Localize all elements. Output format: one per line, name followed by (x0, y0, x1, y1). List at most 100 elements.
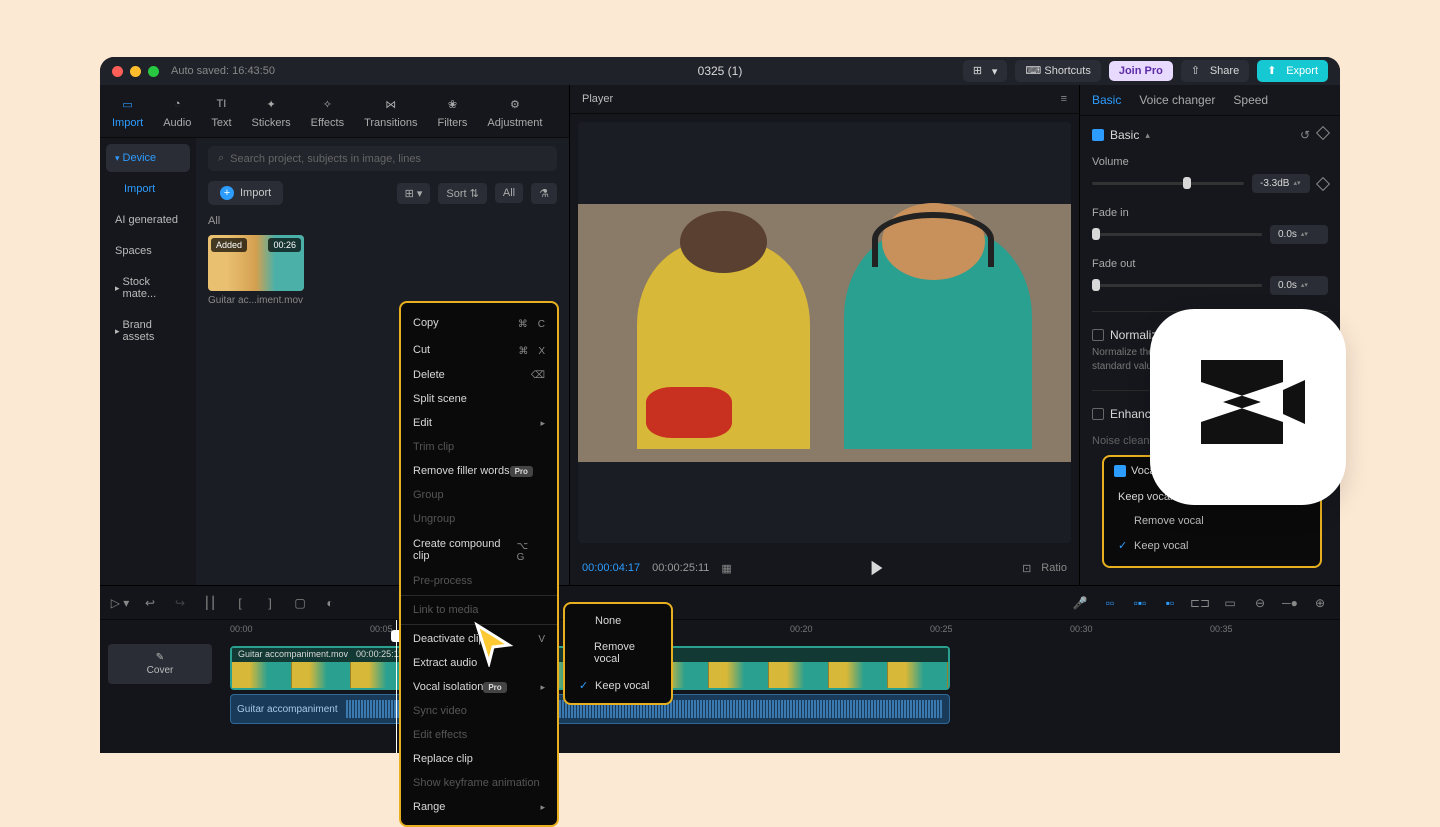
ctx-compound[interactable]: Create compound clip⌥ G (401, 531, 557, 569)
tab-adjustment[interactable]: ⚙Adjustment (477, 91, 552, 137)
tab-basic[interactable]: Basic (1092, 93, 1121, 107)
export-button[interactable]: ⬆Export (1257, 60, 1328, 82)
ctx-vocal[interactable]: Vocal isolation Pro▸ (401, 675, 557, 699)
tool-a[interactable]: ⊏⊐ (1190, 593, 1210, 613)
snap-2[interactable]: ▫▪▫ (1130, 593, 1150, 613)
tab-import[interactable]: ▭Import (102, 91, 153, 137)
sub-remove[interactable]: Remove vocal (565, 634, 671, 672)
player-menu-icon[interactable]: ≡ (1061, 93, 1067, 105)
ctx-cut[interactable]: Cut⌘ X (401, 336, 557, 363)
playhead[interactable] (396, 620, 397, 753)
basic-checkbox[interactable] (1092, 129, 1104, 141)
autosave-status: Auto saved: 16:43:50 (171, 65, 275, 77)
sidenav-stock[interactable]: ▸Stock mate... (106, 268, 190, 308)
tab-stickers[interactable]: ✦Stickers (242, 91, 301, 137)
tab-filters[interactable]: ❀Filters (427, 91, 477, 137)
sub-keep[interactable]: ✓Keep vocal (565, 672, 671, 699)
player-title: Player (582, 93, 613, 105)
cursor-icon (469, 619, 517, 667)
fadein-value[interactable]: 0.0s▴▾ (1270, 225, 1328, 244)
trim-right[interactable]: ] (260, 593, 280, 613)
mic-button[interactable]: 🎤 (1070, 593, 1090, 613)
window-title: 0325 (1) (698, 64, 743, 78)
redo-button[interactable]: ↪ (170, 593, 190, 613)
ctx-ungroup: Ungroup (401, 507, 557, 531)
vp-remove[interactable]: Remove vocal (1114, 509, 1310, 533)
fadeout-value[interactable]: 0.0s▴▾ (1270, 276, 1328, 295)
tab-speed[interactable]: Speed (1233, 93, 1268, 107)
undo-button[interactable]: ↩ (140, 593, 160, 613)
ctx-copy[interactable]: Copy⌘ C (401, 309, 557, 336)
ctx-range[interactable]: Range▸ (401, 795, 557, 819)
pencil-icon: ✎ (156, 652, 164, 663)
ctx-edit[interactable]: Edit▸ (401, 411, 557, 435)
play-button[interactable] (868, 559, 886, 577)
close-button[interactable] (112, 66, 123, 77)
shortcuts-button[interactable]: ⌨Shortcuts (1015, 60, 1100, 82)
volume-keyframe[interactable] (1316, 176, 1330, 190)
tab-audio[interactable]: ◔Audio (153, 91, 201, 137)
ctx-filler[interactable]: Remove filler words Pro (401, 459, 557, 483)
pointer-tool[interactable]: ▷ ▾ (110, 593, 130, 613)
ctx-split[interactable]: Split scene (401, 387, 557, 411)
import-button[interactable]: +Import (208, 181, 283, 205)
search-input[interactable]: ⌕Search project, subjects in image, line… (208, 146, 557, 171)
preview-area[interactable] (578, 122, 1071, 543)
basic-section-header[interactable]: Basic▴ ↺ (1092, 128, 1328, 142)
minimize-button[interactable] (130, 66, 141, 77)
timeline-ruler[interactable]: 00:00 00:05 00:10 00:15 00:20 00:25 00:3… (220, 620, 1340, 642)
ctx-delete[interactable]: Delete⌫ (401, 363, 557, 387)
aspect-ratio-button[interactable]: ⊞▾ (963, 60, 1008, 82)
reset-icon[interactable]: ↺ (1300, 128, 1310, 142)
scale-icon[interactable]: ⊡ (1022, 562, 1031, 575)
fadeout-slider[interactable] (1092, 284, 1262, 287)
clip-thumbnail: Added 00:26 (208, 235, 304, 291)
sidenav-ai[interactable]: AI generated (106, 206, 190, 234)
sidenav-import[interactable]: Import (106, 175, 190, 203)
preview-image (578, 204, 1071, 462)
tab-voice-changer[interactable]: Voice changer (1139, 93, 1215, 107)
sidenav-spaces[interactable]: Spaces (106, 237, 190, 265)
timeline-tracks[interactable]: 00:00 00:05 00:10 00:15 00:20 00:25 00:3… (220, 620, 1340, 753)
vp-keep[interactable]: ✓Keep vocal (1114, 533, 1310, 558)
sidenav-brand[interactable]: ▸Brand assets (106, 311, 190, 351)
split-tool[interactable]: ⎮⎮ (200, 593, 220, 613)
total-timecode: 00:00:25:11 (652, 562, 709, 574)
current-timecode: 00:00:04:17 (582, 562, 640, 574)
sub-none[interactable]: None (565, 608, 671, 634)
maximize-button[interactable] (148, 66, 159, 77)
zoom-slider[interactable]: ─● (1280, 593, 1300, 613)
search-icon: ⌕ (218, 152, 224, 165)
share-button[interactable]: ⇧Share (1181, 60, 1249, 82)
sidenav-device[interactable]: ▾Device (106, 144, 190, 172)
trim-left[interactable]: [ (230, 593, 250, 613)
volume-value[interactable]: -3.3dB▴▾ (1252, 174, 1310, 193)
zoom-out[interactable]: ⊖ (1250, 593, 1270, 613)
filter-all[interactable]: All (495, 183, 523, 203)
stickers-icon: ✦ (262, 95, 280, 113)
view-icon[interactable]: ▦ (721, 562, 731, 575)
delete-tool[interactable]: ▢ (290, 593, 310, 613)
cover-button[interactable]: ✎Cover (108, 644, 212, 684)
view-toggle[interactable]: ⊞ ▾ (397, 183, 431, 204)
sort-button[interactable]: Sort ⇅ (438, 183, 486, 204)
filter-icon[interactable]: ⚗ (531, 183, 557, 204)
snap-1[interactable]: ▫▫ (1100, 593, 1120, 613)
zoom-fit[interactable]: ⊕ (1310, 593, 1330, 613)
tab-transitions[interactable]: ⋈Transitions (354, 91, 427, 137)
backspace-icon: ⌫ (531, 370, 545, 381)
ratio-button[interactable]: Ratio (1041, 562, 1067, 575)
ctx-trim: Trim clip (401, 435, 557, 459)
media-clip[interactable]: Added 00:26 Guitar ac...iment.mov (208, 235, 304, 306)
fadein-slider[interactable] (1092, 233, 1262, 236)
keyframe-icon[interactable] (1316, 126, 1330, 140)
vocal-checkbox[interactable] (1114, 465, 1126, 477)
tab-text[interactable]: TIText (201, 91, 241, 137)
tool-5[interactable]: ◐ (320, 593, 340, 613)
snap-3[interactable]: ▪▫ (1160, 593, 1180, 613)
join-pro-button[interactable]: Join Pro (1109, 61, 1173, 81)
tool-b[interactable]: ▭ (1220, 593, 1240, 613)
volume-slider[interactable] (1092, 182, 1244, 185)
tab-effects[interactable]: ✧Effects (301, 91, 354, 137)
ctx-replace[interactable]: Replace clip (401, 747, 557, 771)
